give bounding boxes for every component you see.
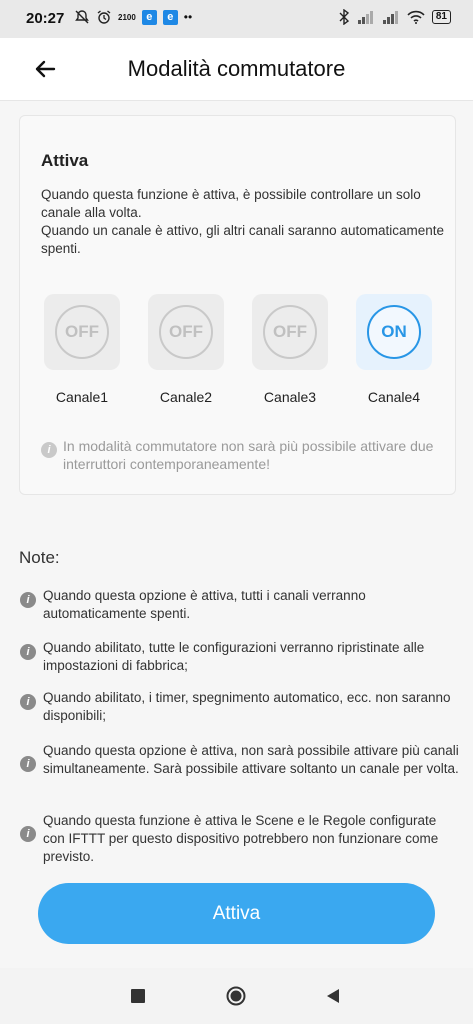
note-text: Quando questa funzione è attiva le Scene…: [43, 813, 439, 864]
note-item: i Quando abilitato, tutte le configurazi…: [20, 639, 460, 675]
net-speed-indicator: 2100: [118, 12, 136, 22]
card-description: Quando questa funzione è attiva, è possi…: [41, 186, 451, 258]
note-text: Quando questa opzione è attiva, non sarà…: [43, 743, 459, 776]
home-button[interactable]: [226, 986, 246, 1006]
app-bar: Modalità commutatore: [0, 38, 473, 101]
alarm-icon: [97, 10, 111, 24]
channel-label: Canale1: [55, 389, 109, 405]
channel-item-4: ON Canale4: [353, 294, 435, 405]
channel-state-badge: OFF: [263, 305, 317, 359]
mute-icon: [75, 10, 89, 24]
channel-toggle-3[interactable]: OFF: [252, 294, 328, 370]
channel-label: Canale2: [159, 389, 213, 405]
channel-list: OFF Canale1 OFF Canale2 OFF Canale3 ON C…: [41, 294, 456, 414]
info-icon: i: [20, 826, 36, 842]
note-item: i Quando questa opzione è attiva, tutti …: [20, 587, 460, 623]
wifi-icon: [407, 10, 425, 24]
system-nav-bar: [0, 968, 473, 1024]
status-right-icons: 81: [338, 9, 451, 25]
card-hint: i In modalità commutatore non sarà più p…: [41, 437, 455, 473]
note-text: Quando abilitato, i timer, spegnimento a…: [43, 690, 451, 723]
more-notifications-icon: ••: [183, 10, 193, 24]
hint-text: In modalità commutatore non sarà più pos…: [63, 438, 434, 472]
channel-toggle-4[interactable]: ON: [356, 294, 432, 370]
info-icon: i: [41, 442, 57, 458]
signal-icon: [382, 11, 398, 24]
description-line: Quando un canale è attivo, gli altri can…: [41, 223, 444, 256]
channel-item-3: OFF Canale3: [249, 294, 331, 405]
channel-toggle-2[interactable]: OFF: [148, 294, 224, 370]
note-text: Quando abilitato, tutte le configurazion…: [43, 640, 425, 673]
description-line: Quando questa funzione è attiva, è possi…: [41, 187, 421, 220]
note-item: i Quando questa opzione è attiva, non sa…: [20, 742, 460, 778]
bluetooth-icon: [339, 9, 349, 25]
card-title: Attiva: [41, 151, 89, 170]
notes-title: Note:: [19, 548, 60, 567]
triangle-back-icon: [327, 989, 339, 1003]
channel-toggle-1[interactable]: OFF: [44, 294, 120, 370]
note-text: Quando questa opzione è attiva, tutti i …: [43, 588, 366, 621]
back-nav-button[interactable]: [323, 986, 343, 1006]
channel-label: Canale3: [263, 389, 317, 405]
square-icon: [131, 989, 145, 1003]
activate-button[interactable]: Attiva: [38, 883, 435, 944]
status-left-icons: 2100 e e ••: [74, 9, 192, 25]
info-icon: i: [20, 756, 36, 772]
status-time: 20:27: [26, 10, 65, 27]
e-badge-icon: e: [141, 9, 157, 25]
status-bar: 20:27 2100 e e •• 81: [0, 0, 473, 38]
circle-icon: [226, 986, 246, 1006]
channel-state-badge: OFF: [55, 305, 109, 359]
channel-item-2: OFF Canale2: [145, 294, 227, 405]
signal-icon: [357, 11, 373, 24]
note-item: i Quando questa funzione è attiva le Sce…: [20, 812, 460, 866]
note-item: i Quando abilitato, i timer, spegnimento…: [20, 689, 460, 725]
channel-state-badge: ON: [367, 305, 421, 359]
e-badge-icon: e: [162, 9, 178, 25]
channel-item-1: OFF Canale1: [41, 294, 123, 405]
info-icon: i: [20, 644, 36, 660]
recents-button[interactable]: [128, 986, 148, 1006]
channel-label: Canale4: [367, 389, 421, 405]
info-icon: i: [20, 592, 36, 608]
info-icon: i: [20, 694, 36, 710]
page-title: Modalità commutatore: [127, 56, 346, 81]
channel-state-badge: OFF: [159, 305, 213, 359]
battery-icon: 81: [431, 10, 451, 24]
switch-mode-card: Attiva Quando questa funzione è attiva, …: [19, 115, 456, 495]
